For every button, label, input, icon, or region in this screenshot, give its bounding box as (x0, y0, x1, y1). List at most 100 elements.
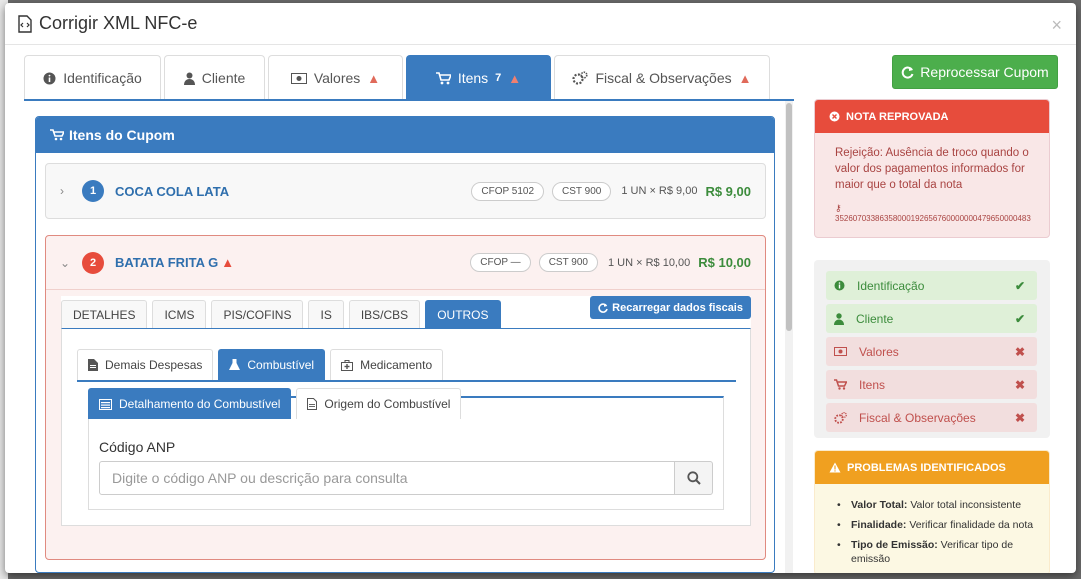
validation-checklist: Identificação ✔ Cliente ✔ Valores ✖ Iten… (814, 260, 1050, 438)
checklist-label: Cliente (856, 311, 894, 326)
tab-label: Valores (313, 70, 361, 86)
item-price: R$ 9,00 (705, 183, 751, 199)
checklist-item-itens[interactable]: Itens ✖ (826, 370, 1037, 399)
chevron-down-icon[interactable]: ⌄ (60, 256, 78, 270)
tab-origem-combustivel[interactable]: Origem do Combustível (296, 388, 462, 419)
item-name: COCA COLA LATA (115, 183, 230, 199)
problem-item: Valor Total: Valor total inconsistente (837, 498, 1035, 512)
cfop-badge: CFOP 5102 (471, 181, 545, 201)
tab-medicamento[interactable]: Medicamento (330, 349, 444, 380)
warning-icon: ▲ (221, 255, 235, 270)
access-key-value: 3526070338635800019265676000000047965000… (835, 214, 1031, 223)
alert-title: NOTA REPROVADA (846, 110, 949, 123)
tab-label: Combustível (247, 358, 315, 372)
tab-itens[interactable]: Itens 7 ▲ (406, 55, 551, 100)
tab-demais-despesas[interactable]: Demais Despesas (77, 349, 214, 380)
tab-label: Identificação (63, 70, 142, 86)
cart-icon (435, 71, 451, 85)
file-code-icon (17, 14, 33, 33)
cart-icon (50, 129, 64, 141)
item-name[interactable]: BATATA FRITA G (115, 255, 218, 270)
search-icon (686, 471, 701, 485)
items-panel-header: Itens do Cupom (36, 117, 774, 153)
refresh-icon (901, 66, 914, 79)
cart-icon (834, 379, 847, 390)
info-circle-icon (43, 72, 56, 85)
subtab-outros[interactable]: OUTROS (425, 300, 501, 328)
tab-identificacao[interactable]: Identificação (24, 55, 161, 100)
checklist-label: Identificação (857, 278, 925, 293)
tab-label: Cliente (201, 70, 246, 86)
tab-fiscal-observacoes[interactable]: Fiscal & Observações ▲ (554, 55, 770, 100)
problems-title: PROBLEMAS IDENTIFICADOS (847, 461, 1006, 474)
subtab-icms[interactable]: ICMS (152, 300, 207, 328)
modal-header: Corrigir XML NFC-e (5, 3, 1076, 45)
item-number-badge: 1 (82, 180, 104, 202)
warning-icon (829, 462, 841, 473)
tab-cliente[interactable]: Cliente (164, 55, 265, 100)
outros-panel: Demais Despesas Combustível Medicamento (61, 328, 751, 526)
anp-search-button[interactable] (674, 461, 713, 495)
flask-icon (229, 359, 241, 371)
checklist-item-identificacao[interactable]: Identificação ✔ (826, 271, 1037, 300)
access-key: ⚷ 35260703386358000192656760000000479650… (815, 193, 1049, 223)
tab-label: Fiscal & Observações (595, 70, 732, 86)
anp-code-input[interactable]: Digite o código ANP ou descrição para co… (99, 461, 675, 495)
tab-valores[interactable]: Valores ▲ (268, 55, 403, 100)
cst-badge: CST 900 (552, 181, 612, 201)
fiscal-subtabs: DETALHES ICMS PIS/COFINS IS IBS/CBS OUTR… (61, 300, 506, 328)
rejection-message: Rejeição: Ausência de troco quando o val… (835, 147, 1029, 191)
anp-code-label: Código ANP (99, 439, 176, 455)
chevron-right-icon[interactable]: › (60, 184, 78, 198)
checklist-label: Itens (859, 377, 886, 392)
item-quantity: 1 UN × R$ 10,00 (607, 256, 691, 269)
tab-detalhamento-combustivel[interactable]: Detalhamento do Combustível (88, 388, 292, 419)
checklist-item-valores[interactable]: Valores ✖ (826, 337, 1037, 366)
times-icon: ✖ (1014, 344, 1025, 359)
times-icon: ✖ (1014, 377, 1025, 392)
checklist-item-cliente[interactable]: Cliente ✔ (826, 304, 1037, 333)
subtab-pis-cofins[interactable]: PIS/COFINS (211, 300, 304, 328)
tabs-underline (24, 99, 794, 101)
cogs-icon (834, 411, 847, 424)
reload-fiscal-data-button[interactable]: Recarregar dados fiscais (590, 296, 751, 319)
warning-icon: ▲ (367, 70, 381, 86)
tab-label: Medicamento (360, 358, 433, 372)
items-panel-title: Itens do Cupom (69, 127, 175, 143)
user-icon (183, 72, 195, 85)
item-row-1[interactable]: › 1 COCA COLA LATA CFOP 5102 CST 900 1 U… (45, 163, 766, 219)
tab-label: Detalhamento do Combustível (119, 397, 281, 411)
correct-xml-modal: Corrigir XML NFC-e × Identificação Clien… (5, 3, 1076, 573)
item-number-badge: 2 (82, 251, 104, 274)
main-tabs: Identificação Cliente Valores ▲ Itens 7 … (24, 55, 773, 100)
checklist-item-fiscal[interactable]: Fiscal & Observações ✖ (826, 403, 1037, 432)
file-icon (88, 359, 98, 371)
checklist-label: Valores (859, 344, 899, 359)
content-scrollbar[interactable] (785, 101, 793, 573)
info-circle-icon (834, 280, 845, 291)
problem-item: Finalidade: Verificar finalidade da nota (837, 518, 1035, 532)
close-button[interactable]: × (1051, 15, 1062, 36)
problems-list: Valor Total: Valor total inconsistente F… (815, 484, 1049, 566)
tab-combustivel[interactable]: Combustível (218, 349, 326, 380)
subtab-ibs-cbs[interactable]: IBS/CBS (348, 300, 421, 328)
subtab-detalhes[interactable]: DETALHES (61, 300, 148, 328)
problems-panel: PROBLEMAS IDENTIFICADOS Valor Total: Val… (814, 450, 1050, 573)
alert-header: NOTA REPROVADA (815, 100, 1049, 133)
refresh-icon (598, 302, 608, 313)
list-alt-icon (99, 398, 112, 410)
reprocess-label: Reprocessar Cupom (920, 64, 1049, 80)
problems-header: PROBLEMAS IDENTIFICADOS (815, 451, 1049, 484)
key-icon: ⚷ (835, 203, 842, 213)
tab-label: Demais Despesas (105, 358, 203, 372)
item-detail-editor: DETALHES ICMS PIS/COFINS IS IBS/CBS OUTR… (61, 296, 751, 526)
check-icon: ✔ (1014, 278, 1025, 293)
subtab-is[interactable]: IS (308, 300, 344, 328)
items-panel: Itens do Cupom › 1 COCA COLA LATA CFOP 5… (35, 116, 775, 573)
item-price: R$ 10,00 (698, 255, 751, 270)
reprocess-button[interactable]: Reprocessar Cupom (892, 55, 1058, 89)
reload-label: Recarregar dados fiscais (612, 301, 743, 314)
problem-item: Tipo de Emissão: Verificar tipo de emiss… (837, 538, 1035, 566)
cfop-badge: CFOP — (470, 253, 531, 272)
warning-icon: ▲ (508, 70, 522, 86)
